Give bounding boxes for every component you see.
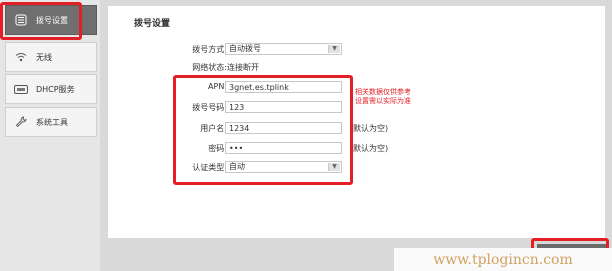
password-note: 默认为空) [353,144,389,153]
wifi-icon [6,52,36,62]
net-status-value: 连接断开 [227,63,259,72]
net-status-label: 网络状态: [192,63,227,72]
sidebar-item-dhcp[interactable]: DHCP服务 [5,74,97,104]
dial-mode-value: 自动拨号 [229,44,261,53]
hint-text: 相关数据仅供参考 设置需以实际为准 [355,88,411,106]
sidebar-item-wireless[interactable]: 无线 [5,42,97,72]
sidebar-item-system-tools[interactable]: 系统工具 [5,107,97,137]
dial-mode-row: 拨号方式: 自动拨号 ▼ [108,43,605,57]
page-title: 拨号设置 [134,19,171,29]
highlight-box-form [173,75,353,185]
hint-line-1: 相关数据仅供参考 [355,88,411,96]
dhcp-icon [6,84,36,94]
hint-line-2: 设置需以实际为准 [355,97,411,105]
highlight-box-nav [0,2,82,40]
sidebar-item-label: 系统工具 [36,117,68,127]
wrench-icon [6,116,36,128]
username-note: 默认为空) [353,124,389,133]
dial-mode-label: 拨号方式: [192,45,227,54]
watermark: www.tplogincn.com [394,248,612,271]
dial-mode-select[interactable]: 自动拨号 ▼ [225,43,342,55]
sidebar: 拨号设置 无线 DHCP服务 系统工具 [0,0,100,271]
chevron-down-icon[interactable]: ▼ [328,45,340,53]
sidebar-item-label: 无线 [36,52,52,62]
net-status-row: 网络状态: 连接断开 [108,61,605,75]
main-panel: 拨号设置 拨号方式: 自动拨号 ▼ 网络状态: 连接断开 APN: 拨号号码: … [108,6,605,238]
sidebar-item-label: DHCP服务 [36,84,75,94]
